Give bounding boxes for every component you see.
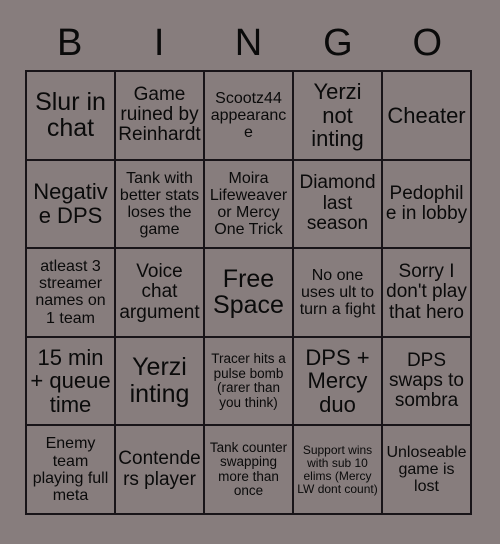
bingo-cell-text: Tank with better stats loses the game — [119, 169, 200, 238]
bingo-cell[interactable]: Voice chat argument — [116, 249, 205, 338]
bingo-cell[interactable]: Pedophile in lobby — [383, 160, 472, 250]
bingo-cell-text: Slur in chat — [35, 87, 106, 143]
bingo-cell-text: Negative DPS — [33, 179, 108, 228]
bingo-cell[interactable]: atleast 3 streamer names on 1 team — [27, 249, 116, 338]
bingo-cell[interactable]: No one uses ult to turn a fight — [294, 249, 383, 338]
bingo-header-letter-o: O — [412, 22, 443, 64]
bingo-cell[interactable]: Scootz44 appearance — [205, 72, 294, 161]
bingo-cell[interactable]: Tank with better stats loses the game — [116, 160, 205, 250]
bingo-cell[interactable]: Tank counter swapping more than once — [205, 426, 294, 515]
bingo-cell-text: DPS swaps to sombra — [389, 349, 464, 412]
bingo-cell-text: Scootz44 appearance — [210, 89, 287, 141]
bingo-cell-text: Diamond last season — [299, 172, 376, 235]
bingo-card: B I N G O Slur in chat Game ruined by Rei… — [0, 0, 500, 544]
bingo-cell[interactable]: Tracer hits a pulse bomb (rarer than you… — [205, 337, 294, 427]
bingo-cell[interactable]: Unloseable game is lost — [383, 426, 472, 515]
bingo-cell[interactable]: Enemy team playing full meta — [27, 426, 116, 515]
bingo-cell-text: Support wins with sub 10 elims (Mercy LW… — [297, 443, 378, 496]
bingo-cell-text: DPS + Mercy duo — [305, 344, 370, 417]
bingo-cell[interactable]: Contenders player — [116, 426, 205, 515]
bingo-header: B I N G O — [25, 18, 472, 68]
bingo-cell-text: Yerzi inting — [129, 353, 190, 409]
bingo-cell-text: Voice chat argument — [119, 261, 200, 323]
bingo-cell-free-space[interactable]: Free Space — [205, 249, 294, 338]
bingo-cell-text: Cheater — [387, 102, 466, 128]
bingo-cell[interactable]: Moira Lifeweaver or Mercy One Trick — [205, 160, 294, 250]
bingo-cell-text: Moira Lifeweaver or Mercy One Trick — [209, 169, 288, 238]
bingo-cell-text: Enemy team playing full meta — [32, 435, 109, 504]
bingo-cell-text: Contenders player — [118, 448, 201, 490]
bingo-cell[interactable]: Sorry I don't play that hero — [383, 249, 472, 338]
bingo-header-letter-i: I — [153, 22, 165, 64]
bingo-cell[interactable]: Diamond last season — [294, 160, 383, 250]
bingo-cell[interactable]: Slur in chat — [27, 72, 116, 161]
bingo-cell-text: Tank counter swapping more than once — [209, 439, 288, 499]
bingo-header-letter-g: G — [323, 22, 353, 64]
bingo-cell[interactable]: Yerzi not inting — [294, 72, 383, 161]
bingo-cell[interactable]: Support wins with sub 10 elims (Mercy LW… — [294, 426, 383, 515]
bingo-header-letter-n: N — [234, 22, 263, 64]
bingo-cell-text: Yerzi not inting — [311, 79, 364, 152]
bingo-cell[interactable]: Yerzi inting — [116, 337, 205, 427]
bingo-cell-text: No one uses ult to turn a fight — [299, 266, 376, 319]
bingo-cell-text: Free Space — [213, 264, 284, 320]
bingo-grid: Slur in chat Game ruined by Reinhardt Scoo… — [25, 70, 472, 515]
bingo-cell-text: Tracer hits a pulse bomb (rarer than you… — [211, 351, 286, 410]
bingo-cell[interactable]: DPS + Mercy duo — [294, 337, 383, 427]
bingo-cell[interactable]: Cheater — [383, 72, 472, 161]
bingo-cell[interactable]: Negative DPS — [27, 160, 116, 250]
bingo-cell-text: 15 min + queue time — [30, 344, 111, 417]
bingo-cell-text: Sorry I don't play that hero — [386, 261, 467, 323]
bingo-cell[interactable]: 15 min + queue time — [27, 337, 116, 427]
bingo-cell[interactable]: Game ruined by Reinhardt — [116, 72, 205, 161]
bingo-header-letter-b: B — [57, 22, 83, 64]
bingo-cell[interactable]: DPS swaps to sombra — [383, 337, 472, 427]
bingo-cell-text: Game ruined by Reinhardt — [118, 83, 201, 146]
bingo-cell-text: Unloseable game is lost — [386, 444, 467, 496]
bingo-cell-text: Pedophile in lobby — [385, 182, 468, 224]
bingo-cell-text: atleast 3 streamer names on 1 team — [35, 258, 106, 327]
